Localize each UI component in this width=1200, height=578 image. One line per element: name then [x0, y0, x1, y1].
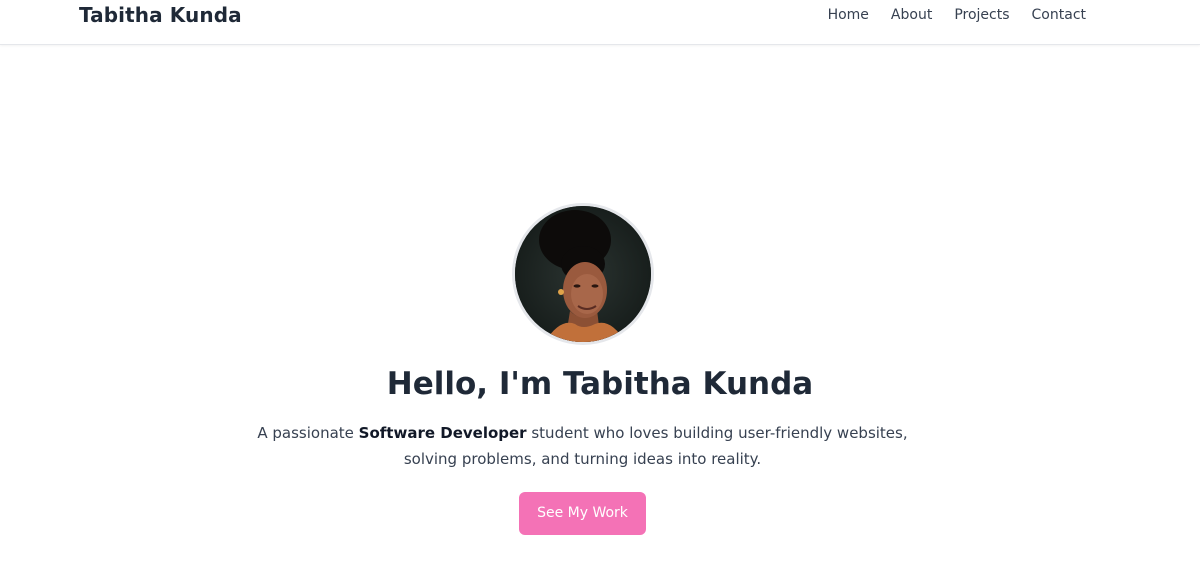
nav-link-home[interactable]: Home	[828, 7, 869, 23]
nav-link-projects[interactable]: Projects	[954, 7, 1009, 23]
profile-photo	[515, 206, 651, 342]
profile-avatar	[512, 203, 654, 345]
nav-link-contact[interactable]: Contact	[1032, 7, 1086, 23]
hero-title: Hello, I'm Tabitha Kunda	[386, 366, 814, 402]
hero-description: A passionate Software Developer student …	[240, 420, 925, 472]
nav-link-about[interactable]: About	[891, 7, 932, 23]
site-brand[interactable]: Tabitha Kunda	[79, 3, 242, 27]
hero-section: Hello, I'm Tabitha Kunda A passionate So…	[0, 46, 1200, 578]
hero-description-highlight: Software Developer	[358, 424, 527, 442]
see-my-work-button[interactable]: See My Work	[519, 492, 646, 535]
hero-description-prefix: A passionate	[257, 424, 359, 442]
navbar: Tabitha Kunda Home About Projects Contac…	[0, 0, 1200, 45]
nav-links: Home About Projects Contact	[828, 7, 1086, 23]
